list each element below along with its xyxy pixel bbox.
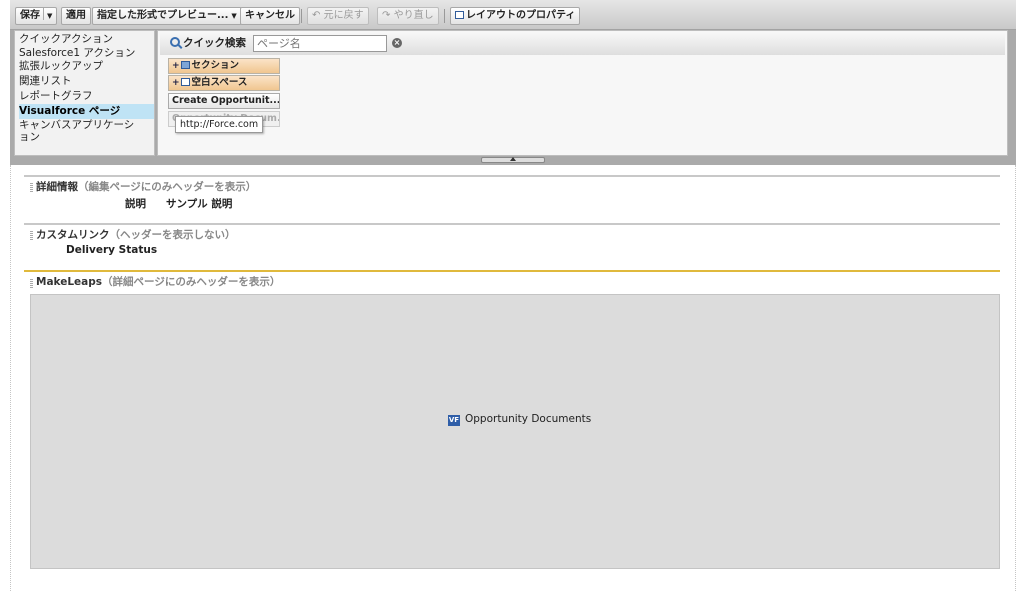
drag-handle-icon[interactable]: [30, 183, 33, 193]
layout-properties-label: レイアウトのプロパティ: [466, 10, 576, 21]
category-related-lists[interactable]: 関連リスト: [19, 74, 154, 89]
preview-label: 指定した形式でプレビュー...: [97, 10, 229, 21]
quick-search-input[interactable]: [253, 35, 387, 52]
section-icon: [180, 61, 190, 69]
category-expanded-lookups[interactable]: 拡張ルックアップ: [19, 59, 154, 74]
quick-search-label: クイック検索: [170, 36, 246, 50]
section-details-title: 詳細情報: [36, 181, 78, 193]
visualforce-icon: VF: [448, 415, 460, 426]
palette-item-blank-space[interactable]: + 空白スペース: [168, 75, 280, 91]
layout-frame-left: [10, 165, 11, 591]
layout-palette: 保存 ▼ 適用 指定した形式でプレビュー... ▼ キャンセル ↶ 元に戻す ↷ や…: [10, 0, 1016, 165]
properties-icon: [455, 11, 464, 19]
toolbar-divider: [301, 9, 302, 23]
section-makeleaps-note: （詳細ページにのみヘッダーを表示）: [102, 276, 281, 288]
category-report-charts[interactable]: レポートグラフ: [19, 89, 154, 104]
custom-link-delivery-status[interactable]: Delivery Status: [66, 244, 157, 256]
redo-icon: ↷: [382, 10, 391, 21]
save-label: 保存: [20, 10, 40, 21]
section-details-note: （編集ページにのみヘッダーを表示）: [78, 181, 257, 193]
palette-item-section[interactable]: + セクション: [168, 58, 280, 74]
collapse-arrow-icon: [510, 157, 516, 161]
section-details-header[interactable]: 詳細情報（編集ページにのみヘッダーを表示）: [24, 175, 1000, 194]
plus-icon: +: [172, 61, 180, 71]
undo-icon: ↶: [312, 10, 321, 21]
palette-item-create-opportunity[interactable]: Create Opportunit...: [168, 93, 280, 109]
undo-button[interactable]: ↶ 元に戻す: [307, 7, 369, 25]
visualforce-component-name: Opportunity Documents: [465, 413, 592, 425]
cancel-button[interactable]: キャンセル: [240, 7, 300, 25]
category-quick-actions[interactable]: クイックアクション: [19, 32, 154, 47]
field-label-description: 説明: [125, 198, 146, 210]
quick-search-label-text: クイック検索: [183, 37, 246, 49]
chevron-down-icon[interactable]: ▼: [47, 12, 52, 20]
section-makeleaps-title: MakeLeaps: [36, 276, 103, 288]
preview-as-button[interactable]: 指定した形式でプレビュー... ▼: [92, 7, 242, 25]
toolbar-divider: [444, 9, 445, 23]
apply-button[interactable]: 適用: [61, 7, 91, 25]
visualforce-component[interactable]: VF Opportunity Documents: [30, 294, 1000, 569]
category-canvas-apps-line2: ョン: [19, 131, 40, 143]
redo-label: やり直し: [393, 10, 434, 21]
redo-button[interactable]: ↷ やり直し: [377, 7, 439, 25]
undo-label: 元に戻す: [323, 10, 364, 21]
item-tooltip: http://Force.com: [175, 116, 264, 133]
blank-space-icon: [180, 78, 190, 86]
toolbar: 保存 ▼ 適用 指定した形式でプレビュー... ▼ キャンセル ↶ 元に戻す ↷ や…: [10, 0, 1016, 30]
layout-properties-button[interactable]: レイアウトのプロパティ: [450, 7, 581, 25]
section-custom-links-header[interactable]: カスタムリンク（ヘッダーを表示しない）: [24, 223, 1000, 242]
plus-icon: +: [172, 78, 180, 88]
palette-category-list: クイックアクション Salesforce1 アクション 拡張ルックアップ 関連リ…: [14, 30, 155, 156]
section-makeleaps-header[interactable]: MakeLeaps（詳細ページにのみヘッダーを表示）: [24, 270, 1000, 289]
search-icon: [170, 37, 180, 47]
palette-item-section-label: セクション: [191, 60, 240, 71]
section-custom-links-note: （ヘッダーを表示しない）: [109, 229, 236, 241]
drag-handle-icon[interactable]: [30, 279, 33, 289]
category-canvas-apps-line1: キャンバスアプリケーシ: [19, 119, 135, 131]
category-canvas-apps[interactable]: キャンバスアプリケーシ ョン: [19, 119, 154, 143]
chevron-down-icon: ▼: [231, 12, 237, 20]
drag-handle-icon[interactable]: [30, 231, 33, 241]
category-salesforce1-actions[interactable]: Salesforce1 アクション: [19, 47, 154, 59]
save-button[interactable]: 保存 ▼: [15, 7, 58, 25]
quick-search-bar: クイック検索 ×: [160, 33, 1005, 55]
section-custom-links-title: カスタムリンク: [36, 229, 110, 241]
palette-items-panel: クイック検索 × + セクション + 空白スペース Create Opportuni…: [157, 30, 1008, 156]
clear-search-icon[interactable]: ×: [392, 38, 402, 48]
visualforce-component-label: VF Opportunity Documents: [448, 413, 591, 426]
palette-item-blank-space-label: 空白スペース: [191, 77, 248, 88]
layout-frame-right: [1015, 165, 1016, 591]
field-value-description[interactable]: サンプル 説明: [166, 196, 232, 211]
palette-resize-handle[interactable]: [481, 157, 545, 163]
category-visualforce-pages[interactable]: Visualforce ページ: [19, 104, 154, 119]
